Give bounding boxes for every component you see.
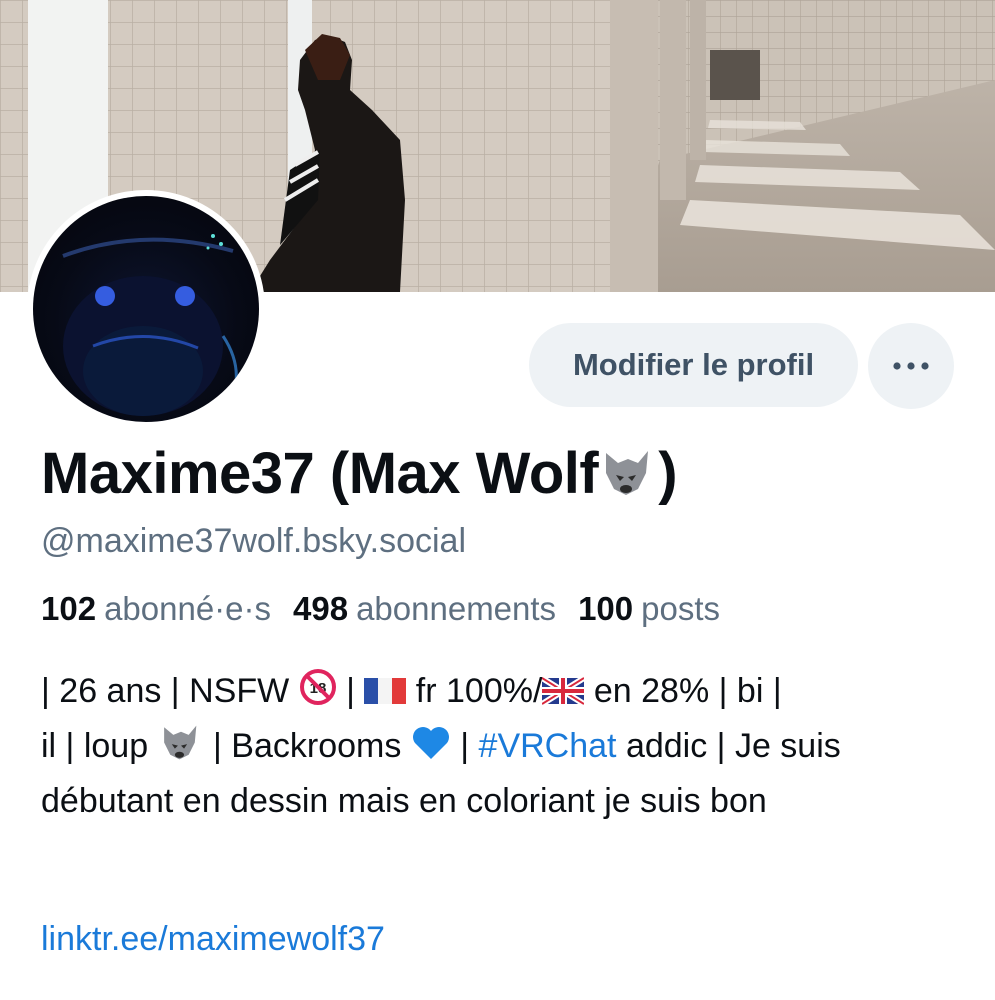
avatar[interactable] [27, 190, 265, 428]
display-name-text: Maxime37 (Max Wolf [41, 441, 599, 506]
avatar-image [33, 196, 259, 422]
bio-text: | [336, 672, 365, 710]
profile-bio: | 26 ans | NSFW 18 | fr 100%/ en 28% | b… [41, 666, 961, 827]
blue-heart-icon [411, 725, 451, 776]
wolf-emoji-icon [158, 721, 204, 776]
no-under-18-emoji-icon: 18 [299, 668, 337, 721]
followers-count: 102 [41, 590, 97, 627]
followers-label: abonné·e·s [104, 590, 272, 627]
bio-text: | [450, 727, 479, 765]
display-name: Maxime37 (Max Wolf) [41, 440, 678, 511]
bio-text: fr 100%/ [406, 672, 543, 710]
following-label: abonnements [356, 590, 557, 627]
bio-text: | 26 ans | NSFW [41, 672, 299, 710]
bio-text: | Backrooms [203, 727, 411, 765]
profile-link[interactable]: linktr.ee/maximewolf37 [41, 920, 385, 959]
followers-stat[interactable]: 102 abonné·e·s [41, 590, 271, 628]
following-count: 498 [293, 590, 349, 627]
display-name-end: ) [658, 441, 678, 506]
bio-text: il | loup [41, 727, 158, 765]
more-options-button[interactable] [868, 323, 954, 409]
hashtag-vrchat-link[interactable]: #VRChat [479, 727, 617, 765]
bio-text: en 28% | bi | [584, 672, 782, 710]
posts-stat: 100 posts [578, 590, 720, 628]
ellipsis-icon [893, 362, 929, 370]
posts-label: posts [641, 590, 720, 627]
following-stat[interactable]: 498 abonnements [293, 590, 556, 628]
posts-count: 100 [578, 590, 634, 627]
profile-stats: 102 abonné·e·s 498 abonnements 100 posts [41, 590, 720, 628]
wolf-emoji-icon [598, 444, 658, 511]
handle: @maxime37wolf.bsky.social [41, 522, 467, 560]
france-flag-icon [364, 670, 407, 721]
uk-flag-icon [540, 670, 587, 721]
edit-profile-button[interactable]: Modifier le profil [529, 323, 858, 407]
